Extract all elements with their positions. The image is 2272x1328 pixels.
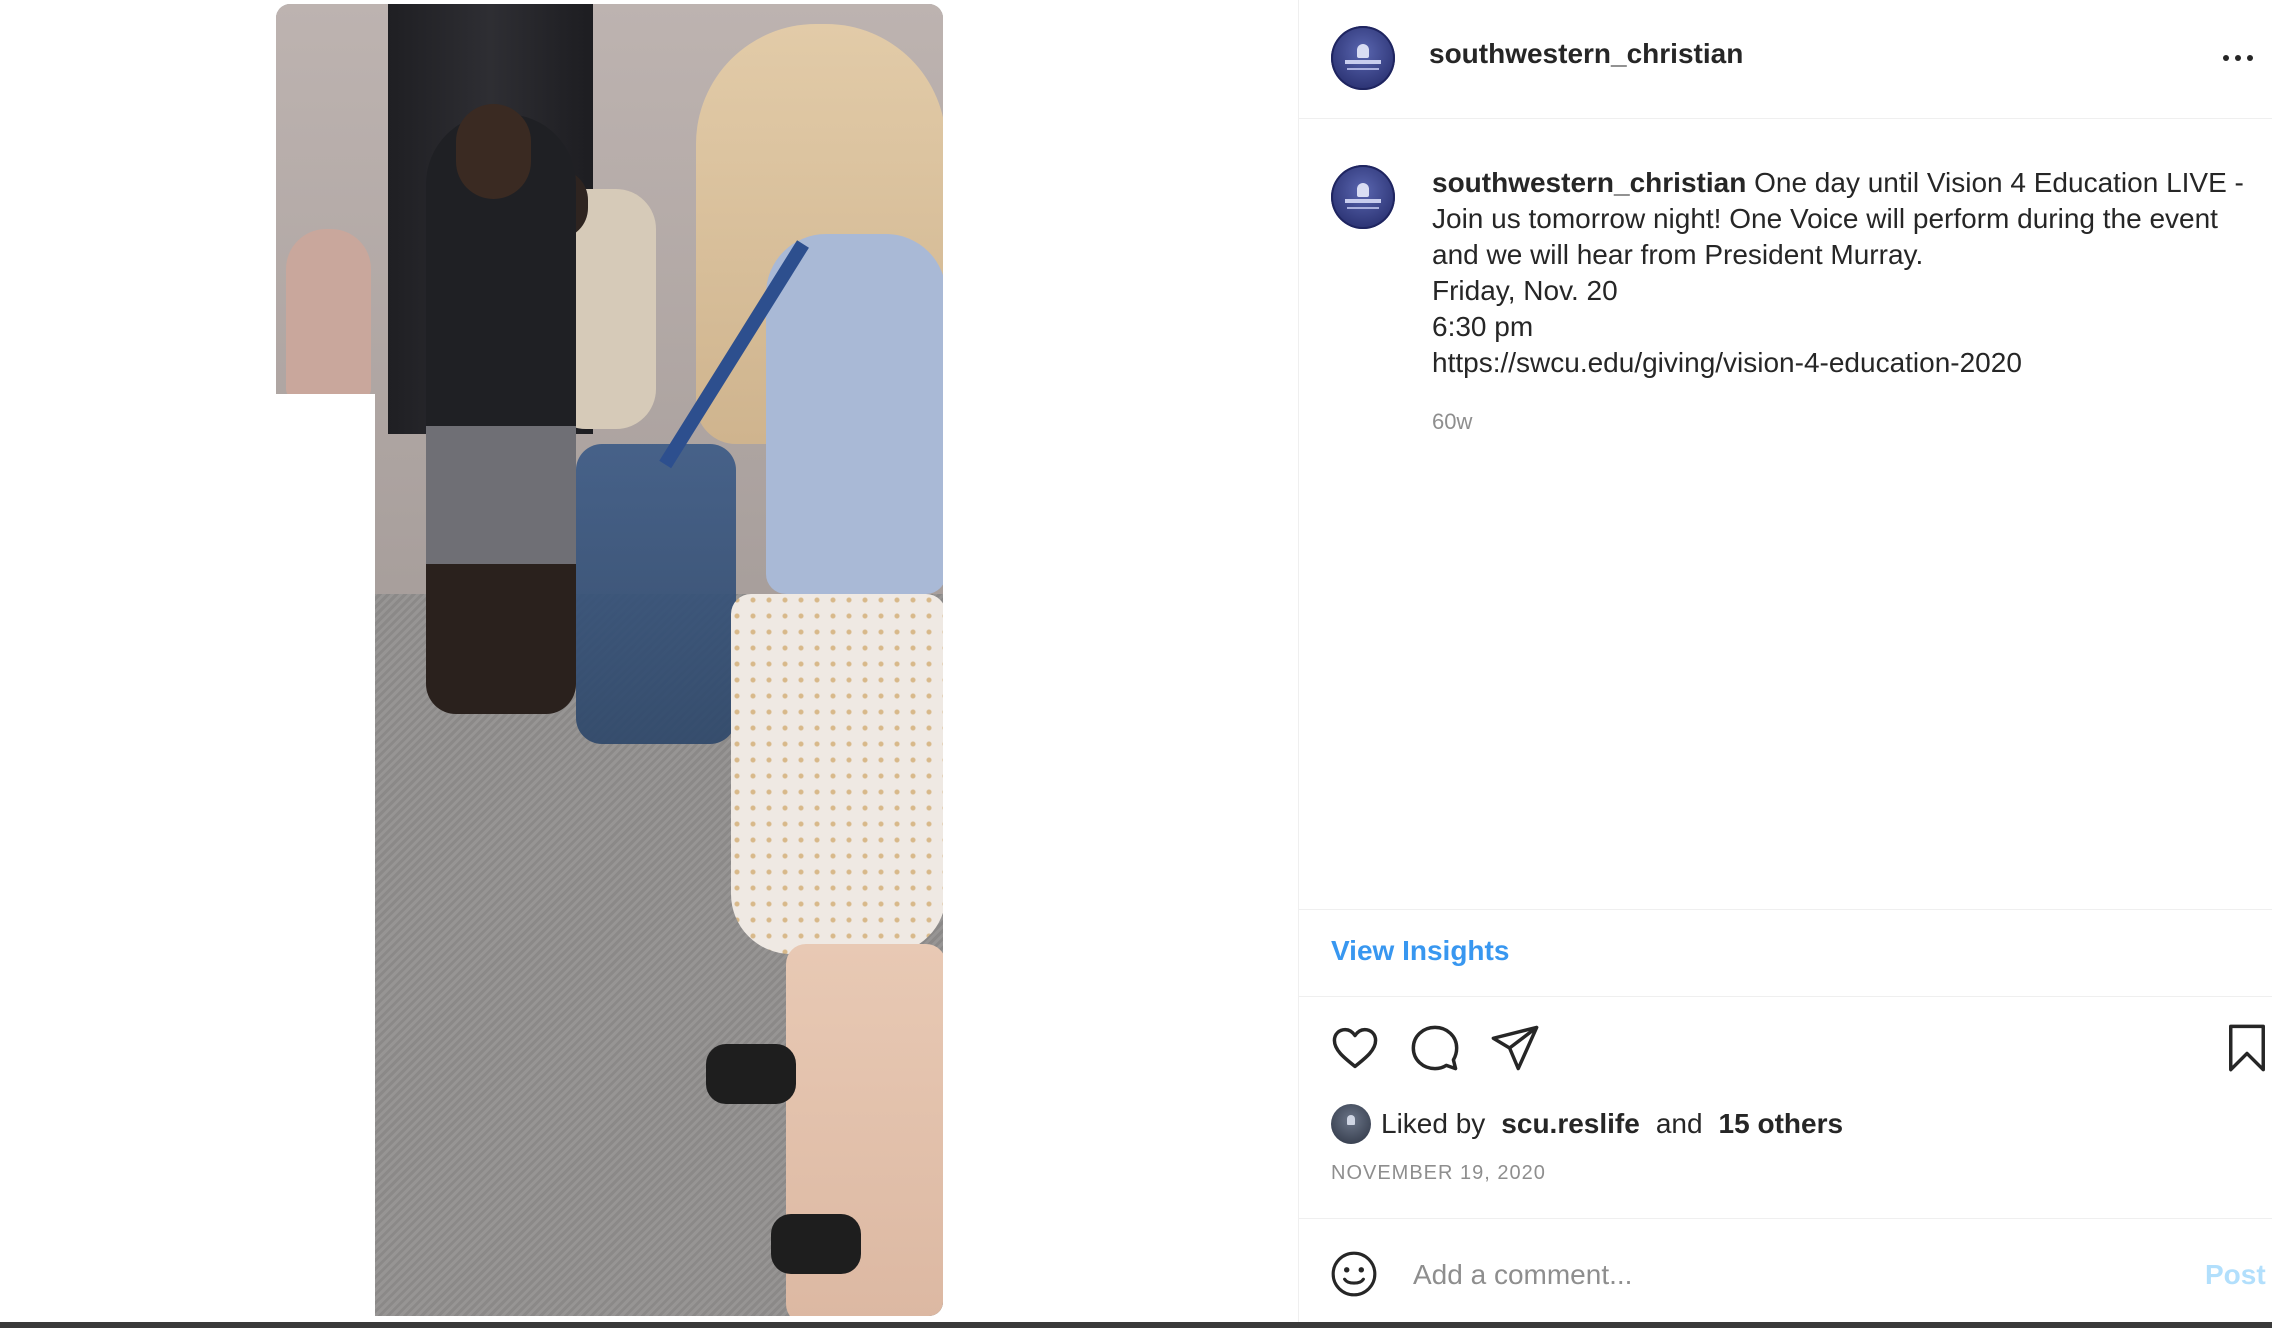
- caption-link[interactable]: https://swcu.edu/giving/vision-4-educati…: [1432, 345, 2262, 381]
- photo-shoe: [771, 1214, 861, 1274]
- liked-by-and: and: [1655, 1108, 1703, 1139]
- avatar-logo-dome: [1357, 183, 1369, 197]
- caption-username[interactable]: southwestern_christian: [1432, 167, 1746, 198]
- post-time-ago[interactable]: 60w: [1432, 409, 1472, 435]
- post-comment-button[interactable]: Post: [2205, 1259, 2266, 1291]
- header-username[interactable]: southwestern_christian: [1429, 38, 1743, 70]
- comment-input[interactable]: [1411, 1249, 2115, 1301]
- photo-person-background: [286, 229, 371, 399]
- instagram-post-view: southwestern_christian southwestern_chri…: [0, 0, 2272, 1328]
- photo-person-left: [426, 114, 576, 714]
- avatar-logo-band: [1347, 68, 1379, 70]
- profile-avatar[interactable]: [1331, 26, 1395, 90]
- post-caption: southwestern_christian One day until Vis…: [1299, 119, 2272, 909]
- bookmark-icon[interactable]: [2221, 1022, 2272, 1074]
- bottom-edge-strip: [0, 1322, 2272, 1328]
- caption-line: One day until Vision 4 Education LIVE -: [1754, 167, 2244, 198]
- photo-shoe: [706, 1044, 796, 1104]
- post-actions: Liked by scu.reslife and 15 others NOVEM…: [1299, 996, 2272, 1218]
- avatar-logo-band: [1345, 60, 1381, 64]
- view-insights-link[interactable]: View Insights: [1331, 935, 1509, 967]
- liker-avatar[interactable]: [1331, 1104, 1371, 1144]
- avatar-logo-band: [1347, 207, 1379, 209]
- photo-person-left-head: [456, 104, 531, 199]
- more-options-icon[interactable]: [2223, 48, 2263, 68]
- liker-username[interactable]: scu.reslife: [1501, 1108, 1640, 1140]
- caption-line: and we will hear from President Murray.: [1432, 239, 1924, 270]
- post-photo[interactable]: [276, 4, 943, 1316]
- liked-by-row: Liked by scu.reslife and 15 others: [1331, 1104, 1843, 1144]
- caption-line: Join us tomorrow night! One Voice will p…: [1432, 203, 2218, 234]
- post-date: NOVEMBER 19, 2020: [1331, 1162, 1546, 1184]
- avatar-logo-band: [1345, 199, 1381, 203]
- heart-icon[interactable]: [1329, 1022, 1381, 1074]
- media-area: [0, 0, 1298, 1328]
- photo-girl-top: [766, 234, 943, 594]
- caption-avatar[interactable]: [1331, 165, 1395, 229]
- post-header: southwestern_christian: [1299, 0, 2272, 119]
- comment-bubble-icon[interactable]: [1409, 1022, 1461, 1074]
- smiley-icon[interactable]: [1329, 1249, 1379, 1299]
- photo-chairs: [576, 444, 736, 744]
- photo-girl-skirt: [731, 594, 943, 954]
- insights-section: View Insights: [1299, 909, 2272, 997]
- others-count-link[interactable]: 15 others: [1719, 1108, 1844, 1140]
- avatar-logo-dome: [1357, 44, 1369, 58]
- caption-line: 6:30 pm: [1432, 311, 1534, 342]
- paper-plane-icon[interactable]: [1489, 1022, 1541, 1074]
- liked-by-prefix: Liked by: [1381, 1108, 1486, 1139]
- caption-line: Friday, Nov. 20: [1432, 275, 1618, 306]
- post-details-panel: southwestern_christian southwestern_chri…: [1298, 0, 2272, 1328]
- caption-text: southwestern_christian One day until Vis…: [1432, 165, 2262, 381]
- comment-bar: Post: [1299, 1218, 2272, 1328]
